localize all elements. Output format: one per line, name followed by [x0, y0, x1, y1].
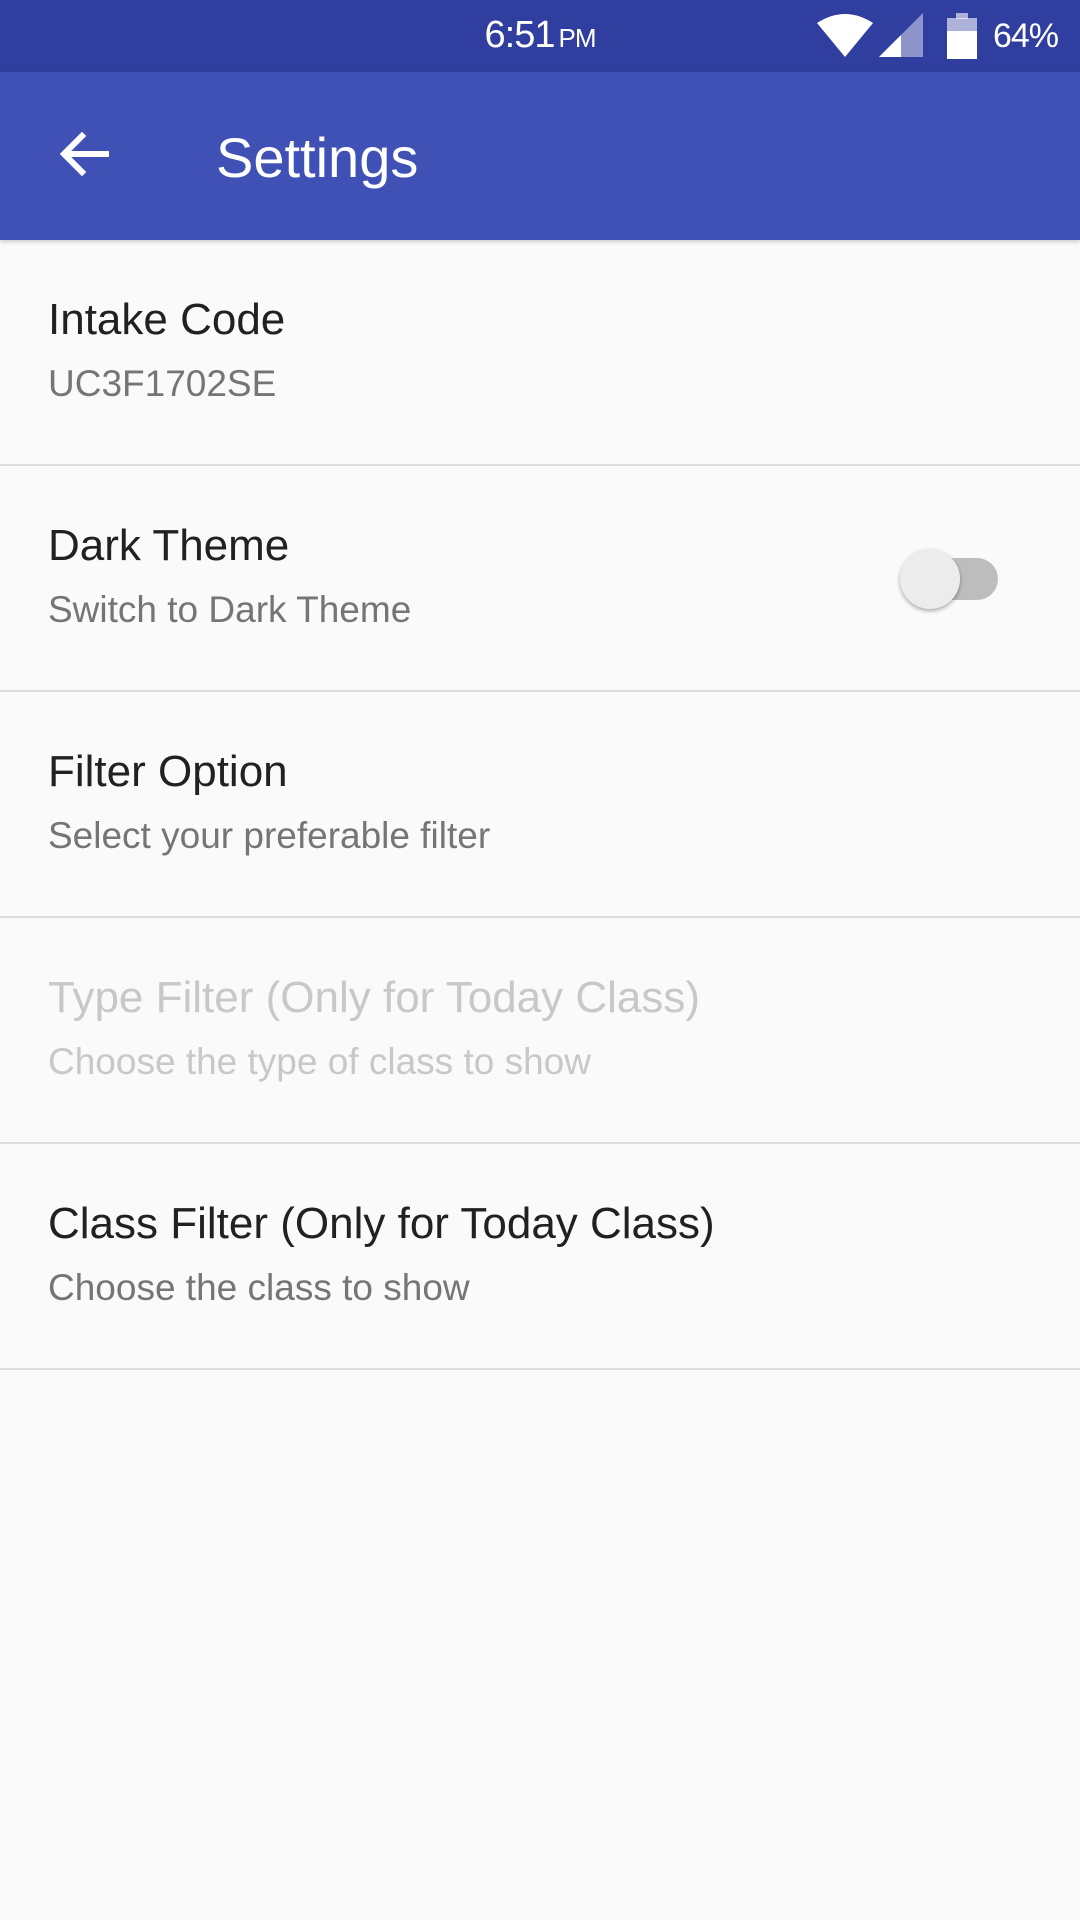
battery-percent: 64%: [992, 16, 1059, 55]
arrow-back-icon: [58, 128, 110, 185]
toggle-thumb: [900, 549, 960, 609]
setting-summary: Switch to Dark Theme: [48, 589, 412, 630]
setting-intake-code[interactable]: Intake Code UC3F1702SE: [0, 240, 1080, 466]
setting-summary: Choose the class to show: [48, 1267, 470, 1308]
setting-title: Intake Code: [48, 295, 286, 344]
status-time-value: 6:51: [484, 14, 556, 56]
setting-dark-theme[interactable]: Dark Theme Switch to Dark Theme: [0, 466, 1080, 692]
setting-filter-option[interactable]: Filter Option Select your preferable fil…: [0, 692, 1080, 918]
back-button[interactable]: [44, 116, 124, 196]
cell-signal-icon: [878, 13, 925, 59]
status-time-ampm: PM: [558, 23, 596, 53]
setting-title: Filter Option: [48, 747, 288, 796]
app-bar: Settings: [0, 72, 1080, 240]
setting-title: Type Filter (Only for Today Class): [48, 973, 701, 1022]
status-icons: 64%: [816, 12, 1059, 60]
settings-list: Intake Code UC3F1702SE Dark Theme Switch…: [0, 240, 1080, 1370]
setting-title: Class Filter (Only for Today Class): [48, 1199, 715, 1248]
setting-summary: Choose the type of class to show: [48, 1041, 591, 1082]
setting-summary: UC3F1702SE: [48, 363, 277, 404]
dark-theme-toggle[interactable]: [900, 544, 1004, 614]
setting-title: Dark Theme: [48, 521, 290, 570]
page-title: Settings: [216, 126, 419, 189]
setting-summary: Select your preferable filter: [48, 815, 491, 856]
wifi-icon: [816, 13, 873, 59]
battery-icon: [946, 13, 977, 59]
setting-type-filter: Type Filter (Only for Today Class) Choos…: [0, 918, 1080, 1144]
setting-class-filter[interactable]: Class Filter (Only for Today Class) Choo…: [0, 1144, 1080, 1370]
status-bar: 6:51 PM 64%: [0, 0, 1080, 72]
